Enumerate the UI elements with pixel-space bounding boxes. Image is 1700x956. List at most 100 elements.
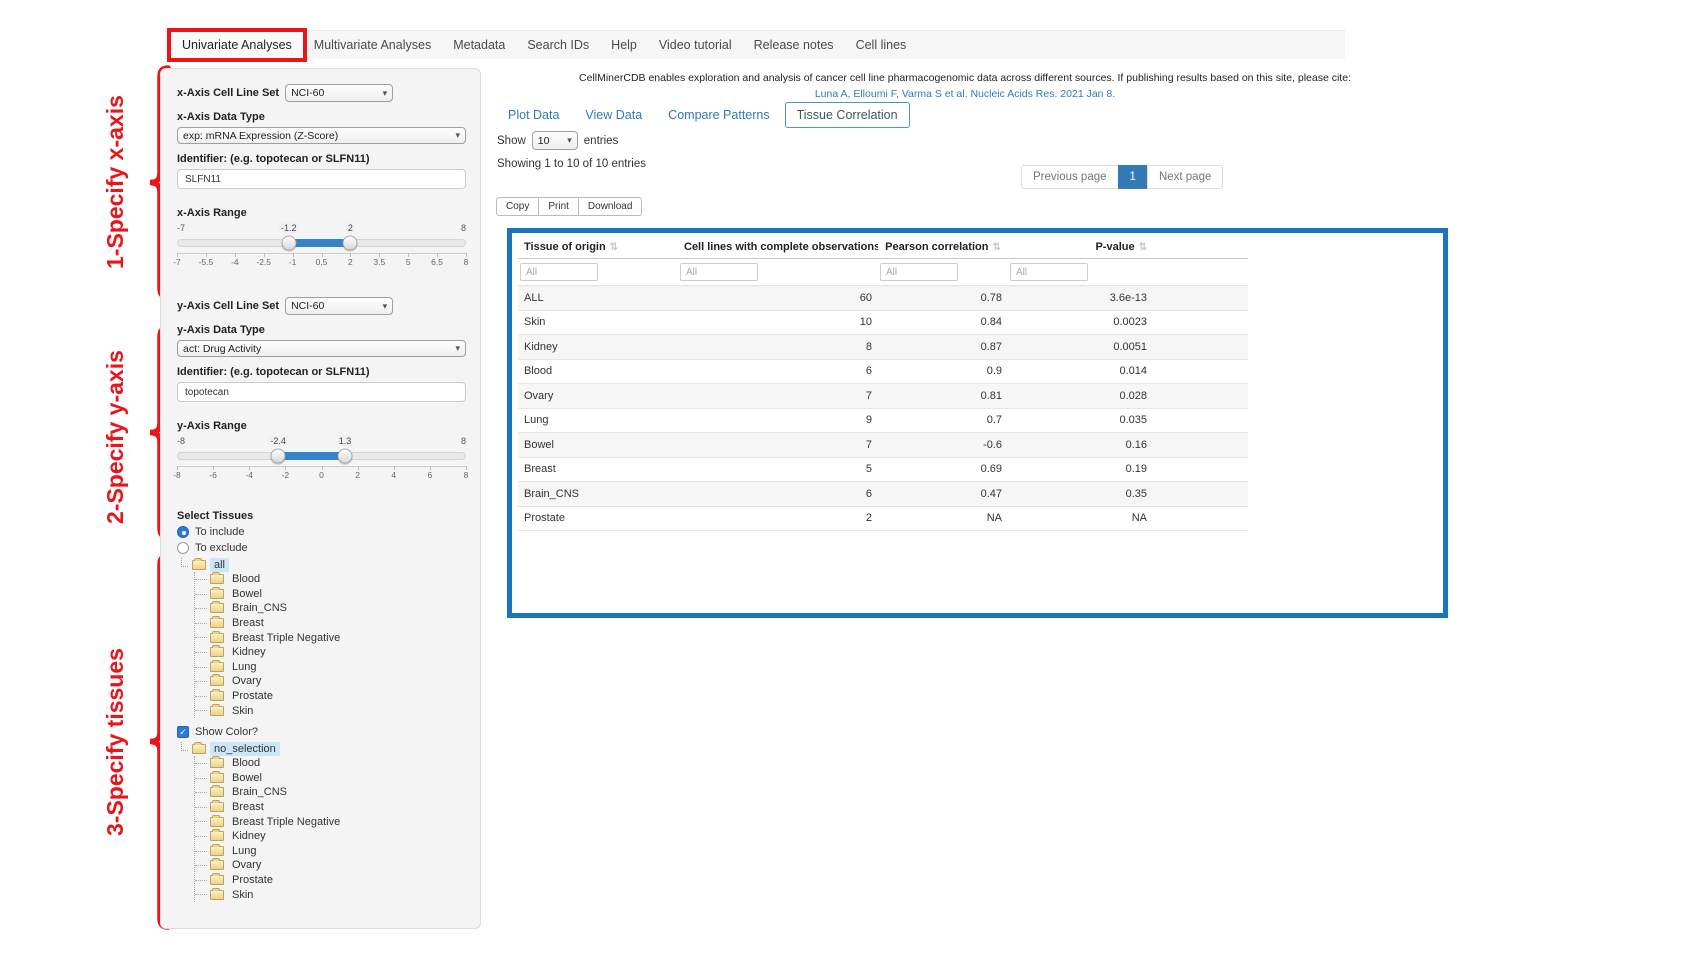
download-button[interactable]: Download xyxy=(578,197,642,216)
y-data-type-select[interactable]: act: Drug Activity ▾ xyxy=(177,340,466,357)
folder-icon xyxy=(210,662,224,672)
x-identifier-input[interactable] xyxy=(177,169,466,189)
nav-tab-help[interactable]: Help xyxy=(600,32,648,58)
tree-node-blood[interactable]: Blood xyxy=(195,572,464,587)
tree-node-bowel[interactable]: Bowel xyxy=(195,771,464,786)
cell-p-value: 0.014 xyxy=(1008,359,1153,384)
slider-handle-2[interactable] xyxy=(337,449,352,464)
tree-node-bowel[interactable]: Bowel xyxy=(195,587,464,602)
y-identifier-input[interactable] xyxy=(177,382,466,402)
tree-node-lung[interactable]: Lung xyxy=(195,660,464,675)
slider-tick-label: -2.5 xyxy=(256,257,271,267)
annotation-step1-label: 1-Specify x-axis xyxy=(102,65,136,300)
tree-node-breast[interactable]: Breast xyxy=(195,616,464,631)
x-range-slider[interactable]: -78-1.22-7-5.5-4-2.5-10.523.556.58 xyxy=(177,223,466,275)
tree-node-breast[interactable]: Breast xyxy=(195,800,464,815)
cell-tissue-of-origin: Kidney xyxy=(518,335,678,360)
slider-max-label: 8 xyxy=(461,436,466,446)
nav-tab-multivariate-analyses[interactable]: Multivariate Analyses xyxy=(303,32,442,58)
nav-tab-metadata[interactable]: Metadata xyxy=(442,32,516,58)
tree-node-breast-triple-negative[interactable]: Breast Triple Negative xyxy=(195,814,464,829)
previous-page-button[interactable]: Previous page xyxy=(1021,165,1119,189)
tree-root-all[interactable]: all xyxy=(177,558,464,572)
show-label: Show xyxy=(497,135,526,147)
slider-track[interactable] xyxy=(177,239,466,247)
tree-node-ovary[interactable]: Ovary xyxy=(195,858,464,873)
cell-p-value: NA xyxy=(1008,506,1153,531)
slider-handle-1[interactable] xyxy=(271,449,286,464)
slider-tick-label: -4 xyxy=(245,470,253,480)
cell-tissue-of-origin: Prostate xyxy=(518,506,678,531)
nav-tab-video-tutorial[interactable]: Video tutorial xyxy=(648,32,743,58)
tree-node-label: Skin xyxy=(228,704,257,718)
nav-tab-release-notes[interactable]: Release notes xyxy=(743,32,845,58)
folder-icon xyxy=(210,860,224,870)
tab-plot-data[interactable]: Plot Data xyxy=(497,103,570,127)
tree-node-lung[interactable]: Lung xyxy=(195,844,464,859)
tree-node-breast-triple-negative[interactable]: Breast Triple Negative xyxy=(195,630,464,645)
tissue-include-tree: allBloodBowelBrain_CNSBreastBreast Tripl… xyxy=(177,558,464,718)
tree-node-kidney[interactable]: Kidney xyxy=(195,645,464,660)
slider-min-label: -8 xyxy=(177,436,185,446)
slider-handle-2[interactable] xyxy=(343,236,358,251)
tree-node-label: Breast Triple Negative xyxy=(228,631,344,645)
filter-input-cell-lines-with-complete-observations[interactable] xyxy=(680,263,758,281)
radio-to-include[interactable]: To include xyxy=(177,526,464,538)
copy-button[interactable]: Copy xyxy=(496,197,539,216)
tree-node-ovary[interactable]: Ovary xyxy=(195,674,464,689)
x-cell-line-set-label: x-Axis Cell Line Set xyxy=(177,87,279,99)
nav-tab-search-ids[interactable]: Search IDs xyxy=(516,32,600,58)
tab-compare-patterns[interactable]: Compare Patterns xyxy=(657,103,780,127)
tree-node-brain-cns[interactable]: Brain_CNS xyxy=(195,601,464,616)
chevron-down-icon: ▾ xyxy=(383,301,388,312)
cell-pearson-correlation: 0.69 xyxy=(878,457,1008,482)
column-header-p-value[interactable]: P-value⇅ xyxy=(1008,236,1153,259)
print-button[interactable]: Print xyxy=(538,197,579,216)
tree-node-prostate[interactable]: Prostate xyxy=(195,873,464,888)
nav-tab-cell-lines[interactable]: Cell lines xyxy=(845,32,918,58)
tab-tissue-correlation[interactable]: Tissue Correlation xyxy=(785,102,910,128)
slider-tick-label: -1 xyxy=(289,257,297,267)
column-header-cell-lines-with-complete-observations[interactable]: Cell lines with complete observations⇅ xyxy=(678,236,878,259)
tree-node-label: Kidney xyxy=(228,829,270,843)
table-row: Brain_CNS60.470.35 xyxy=(518,482,1248,507)
cell-cell-lines-with-complete-observations: 9 xyxy=(678,408,878,433)
y-identifier-label: Identifier: (e.g. topotecan or SLFN11) xyxy=(177,366,464,378)
sort-icon[interactable]: ⇅ xyxy=(1139,242,1147,253)
filter-input-tissue-of-origin[interactable] xyxy=(520,263,598,281)
tree-node-skin[interactable]: Skin xyxy=(195,703,464,718)
y-cell-line-set-select[interactable]: NCI-60 ▾ xyxy=(285,297,393,315)
cell-pearson-correlation: NA xyxy=(878,506,1008,531)
sort-icon[interactable]: ⇅ xyxy=(992,242,1000,253)
column-header-pearson-correlation[interactable]: Pearson correlation⇅ xyxy=(878,236,1008,259)
tree-node-blood[interactable]: Blood xyxy=(195,756,464,771)
cell-spacer xyxy=(1153,506,1248,531)
nav-tab-univariate-analyses[interactable]: Univariate Analyses xyxy=(171,32,303,58)
x-data-type-select[interactable]: exp: mRNA Expression (Z-Score) ▾ xyxy=(177,127,466,144)
cell-tissue-of-origin: Bowel xyxy=(518,433,678,458)
x-cell-line-set-select[interactable]: NCI-60 ▾ xyxy=(285,84,393,102)
filter-cell-spacer xyxy=(1153,259,1248,286)
filter-input-pearson-correlation[interactable] xyxy=(880,263,958,281)
radio-unselected-icon xyxy=(177,542,189,554)
tree-node-skin[interactable]: Skin xyxy=(195,887,464,902)
sort-icon[interactable]: ⇅ xyxy=(610,242,618,253)
entries-select[interactable]: 10 ▾ xyxy=(532,131,578,150)
filter-input-p-value[interactable] xyxy=(1010,263,1088,281)
tree-node-kidney[interactable]: Kidney xyxy=(195,829,464,844)
citation-link[interactable]: Luna A, Elloumi F, Varma S et al. Nuclei… xyxy=(815,88,1115,100)
tree-node-prostate[interactable]: Prostate xyxy=(195,689,464,704)
page-1-button[interactable]: 1 xyxy=(1118,165,1148,189)
tab-view-data[interactable]: View Data xyxy=(574,103,653,127)
slider-track[interactable] xyxy=(177,452,466,460)
show-color-checkbox[interactable]: ✓ Show Color? xyxy=(177,726,464,738)
slider-tick-label: -7 xyxy=(173,257,181,267)
tree-root-no-selection[interactable]: no_selection xyxy=(177,742,464,756)
table-row: Ovary70.810.028 xyxy=(518,384,1248,409)
column-header-tissue-of-origin[interactable]: Tissue of origin⇅ xyxy=(518,236,678,259)
tree-node-brain-cns[interactable]: Brain_CNS xyxy=(195,785,464,800)
y-range-slider[interactable]: -88-2.41.3-8-6-4-202468 xyxy=(177,436,466,488)
slider-handle-1[interactable] xyxy=(281,236,296,251)
next-page-button[interactable]: Next page xyxy=(1147,165,1223,189)
radio-to-exclude[interactable]: To exclude xyxy=(177,542,464,554)
